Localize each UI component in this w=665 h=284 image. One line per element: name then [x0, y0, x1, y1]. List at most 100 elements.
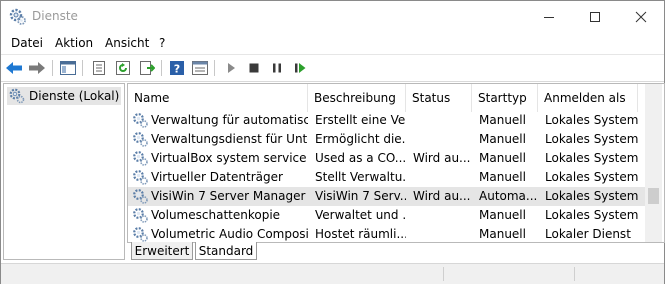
- view-button[interactable]: [191, 59, 209, 77]
- title-bar[interactable]: Dienste: [1, 1, 664, 32]
- cell-status: Wird au...: [413, 151, 471, 165]
- show-hide-tree-button[interactable]: [59, 59, 77, 77]
- pause-service-icon: [273, 63, 281, 73]
- cell-startup-type: Manuell: [479, 132, 526, 146]
- service-gear-icon: [133, 189, 148, 204]
- help-icon: ?: [170, 61, 184, 76]
- table-row-selected[interactable]: VisiWin 7 Server Manager VisiWin 7 Serv.…: [128, 187, 645, 206]
- cell-name: VirtualBox system service: [151, 151, 307, 165]
- menu-aktion[interactable]: Aktion: [55, 36, 93, 50]
- table-row[interactable]: Virtueller Datenträger Stellt Verwaltu..…: [128, 168, 645, 187]
- service-gear-icon: [133, 227, 148, 242]
- cell-startup-type: Manuell: [479, 208, 526, 222]
- menu-bar: Datei Aktion Ansicht ?: [1, 32, 664, 54]
- cell-log-on-as: Lokales System: [545, 113, 639, 127]
- scrollbar-thumb[interactable]: [648, 188, 659, 204]
- svg-text:?: ?: [174, 63, 180, 76]
- start-service-icon: [228, 63, 235, 73]
- close-button[interactable]: [618, 1, 664, 32]
- minimize-icon: [544, 16, 554, 18]
- service-gear-icon: [133, 113, 148, 128]
- back-button[interactable]: [5, 59, 23, 77]
- restart-service-button[interactable]: [291, 59, 309, 77]
- tree-item-services-local[interactable]: Dienste (Lokal): [7, 87, 121, 105]
- tab-standard[interactable]: Standard: [195, 242, 257, 260]
- service-gear-icon: [133, 170, 148, 185]
- services-gear-icon: [9, 88, 25, 104]
- service-gear-icon: [133, 151, 148, 166]
- view-icon: [192, 61, 208, 75]
- forward-button[interactable]: [28, 59, 46, 77]
- window-title: Dienste: [32, 9, 78, 23]
- toolbar-separator: [52, 60, 53, 76]
- cell-description: Stellt Verwaltu...: [315, 170, 406, 184]
- cell-log-on-as: Lokales System: [545, 208, 639, 222]
- properties-icon: [93, 61, 105, 75]
- properties-button[interactable]: [90, 59, 108, 77]
- services-window: Dienste Datei Aktion Ansicht ? ? Dienste…: [0, 0, 665, 284]
- cell-description: Used as a CO...: [315, 151, 406, 165]
- refresh-button[interactable]: [114, 59, 132, 77]
- cell-log-on-as: Lokales System: [545, 132, 639, 146]
- cell-description: Hostet räumli...: [315, 227, 406, 241]
- cell-log-on-as: Lokales System: [545, 151, 639, 165]
- cell-name: Virtueller Datenträger: [151, 170, 283, 184]
- table-row[interactable]: Volumetric Audio Composit... Hostet räum…: [128, 225, 645, 242]
- show-hide-console-tree-icon: [60, 61, 76, 75]
- cell-startup-type: Manuell: [479, 170, 526, 184]
- maximize-icon: [590, 11, 600, 22]
- start-service-button[interactable]: [222, 59, 240, 77]
- cell-description: Erstellt eine Ve...: [315, 113, 406, 127]
- tree-item-label: Dienste (Lokal): [29, 89, 120, 103]
- restart-service-icon: [295, 63, 306, 73]
- table-row[interactable]: Verwaltungsdienst für Unter... Ermöglich…: [128, 130, 645, 149]
- cell-name: Verwaltung für automatisch...: [151, 113, 308, 127]
- toolbar: ?: [1, 54, 664, 82]
- stop-service-icon: [249, 63, 259, 73]
- toolbar-separator: [82, 60, 83, 76]
- cell-description: Ermöglicht die...: [315, 132, 406, 146]
- table-row[interactable]: Verwaltung für automatisch... Erstellt e…: [128, 111, 645, 130]
- column-header-description[interactable]: Beschreibung: [308, 84, 406, 112]
- cell-description: Verwaltet und ...: [315, 208, 406, 222]
- forward-arrow-icon: [29, 62, 45, 74]
- cell-startup-type: Manuell: [479, 151, 526, 165]
- column-header-startup-type[interactable]: Starttyp: [472, 84, 538, 112]
- menu-help[interactable]: ?: [159, 36, 165, 50]
- close-icon: [635, 11, 647, 22]
- maximize-button[interactable]: [572, 1, 618, 32]
- status-divider: [443, 267, 444, 281]
- cell-log-on-as: Lokales System: [545, 170, 639, 184]
- cell-name: Verwaltungsdienst für Unter...: [151, 132, 308, 146]
- vertical-scrollbar[interactable]: [645, 84, 662, 242]
- cell-startup-type: Manuell: [479, 227, 526, 241]
- table-row[interactable]: Volumeschattenkopie Verwaltet und ... Ma…: [128, 206, 645, 225]
- toolbar-separator: [161, 60, 162, 76]
- services-gear-icon: [9, 8, 26, 25]
- menu-datei[interactable]: Datei: [11, 36, 43, 50]
- view-tabs: Erweitert Standard: [127, 242, 663, 262]
- minimize-button[interactable]: [526, 1, 572, 32]
- cell-name: VisiWin 7 Server Manager: [151, 189, 306, 203]
- tab-erweitert[interactable]: Erweitert: [131, 242, 193, 260]
- cell-startup-type: Automa...: [479, 189, 538, 203]
- column-header-row: Name Beschreibung Status Starttyp Anmeld…: [128, 84, 645, 112]
- service-gear-icon: [133, 208, 148, 223]
- service-gear-icon: [133, 132, 148, 147]
- table-row[interactable]: VirtualBox system service Used as a CO..…: [128, 149, 645, 168]
- toolbar-separator: [214, 60, 215, 76]
- column-header-log-on-as[interactable]: Anmelden als: [538, 84, 638, 112]
- export-list-button[interactable]: [138, 59, 156, 77]
- services-list: Name Beschreibung Status Starttyp Anmeld…: [127, 83, 665, 243]
- menu-ansicht[interactable]: Ansicht: [105, 36, 149, 50]
- pause-service-button[interactable]: [268, 59, 286, 77]
- status-bar: [1, 263, 664, 284]
- cell-startup-type: Manuell: [479, 113, 526, 127]
- stop-service-button[interactable]: [245, 59, 263, 77]
- column-header-status[interactable]: Status: [406, 84, 472, 112]
- help-button[interactable]: ?: [168, 59, 186, 77]
- column-header-name[interactable]: Name: [128, 84, 308, 112]
- console-tree: Dienste (Lokal): [3, 83, 125, 260]
- cell-status: Wird au...: [413, 189, 471, 203]
- export-list-icon: [140, 61, 155, 75]
